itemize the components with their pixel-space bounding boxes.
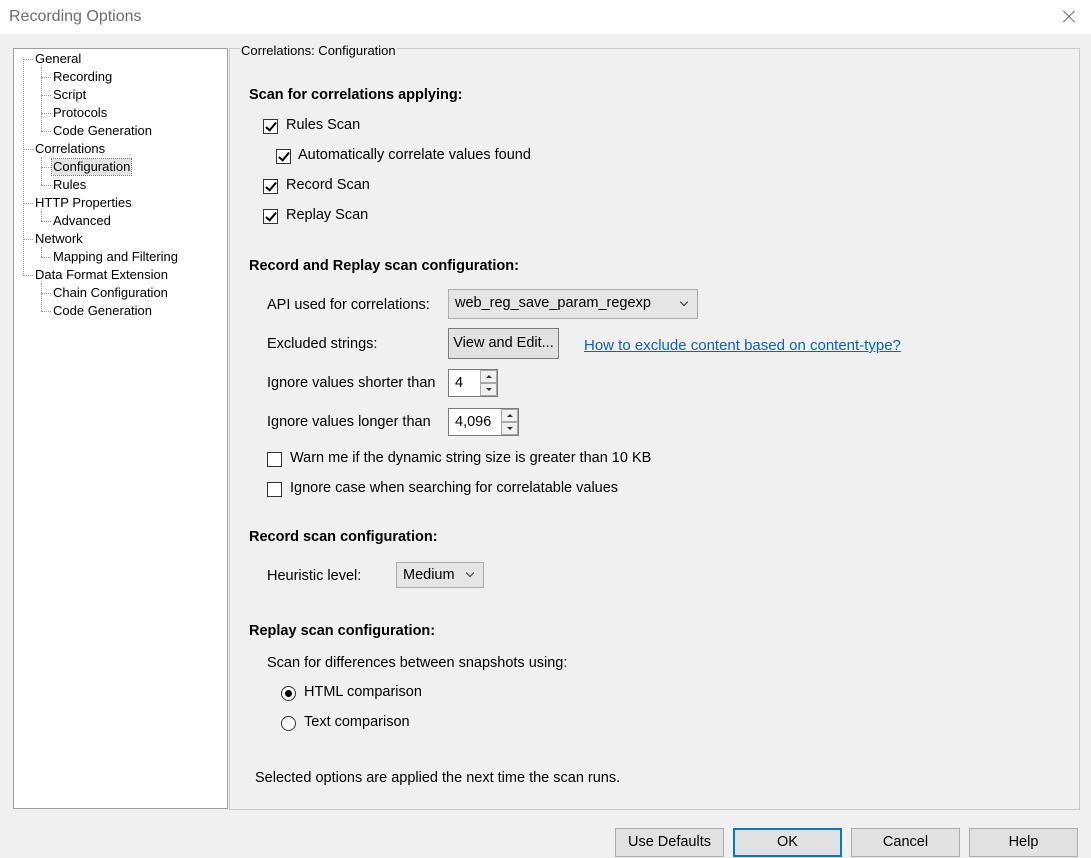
tree-connector — [23, 203, 33, 204]
tree-connector — [41, 95, 51, 96]
api-dropdown-value: web_reg_save_param_regexp — [455, 295, 651, 311]
ignore-shorter-input[interactable]: 4 — [448, 369, 498, 397]
auto-correlate-label[interactable]: Automatically correlate values found — [298, 147, 531, 163]
scan-heading: Scan for correlations applying: — [249, 87, 463, 103]
tree-connector — [41, 247, 42, 257]
tree-connector — [41, 311, 51, 312]
ignore-shorter-spinner[interactable] — [480, 370, 497, 396]
arrow-up-icon — [486, 375, 492, 378]
ignore-shorter-label: Ignore values shorter than — [267, 375, 436, 391]
close-icon[interactable] — [1045, 0, 1091, 34]
text-comparison-radio[interactable] — [281, 716, 296, 731]
tree-connector — [41, 293, 51, 294]
tree-connector — [41, 77, 51, 78]
text-comparison-label[interactable]: Text comparison — [304, 714, 410, 730]
window-title: Recording Options — [9, 8, 142, 25]
tree-item-dfe-code-generation[interactable]: Code Generation — [52, 303, 153, 319]
use-defaults-button[interactable]: Use Defaults — [615, 828, 724, 857]
ignore-longer-label: Ignore values longer than — [267, 414, 431, 430]
tree-item-network[interactable]: Network — [34, 231, 84, 247]
ignore-shorter-value: 4 — [455, 375, 464, 391]
tree-item-protocols[interactable]: Protocols — [52, 105, 108, 121]
spin-down-button[interactable] — [480, 383, 497, 396]
tree-connector — [41, 157, 42, 185]
tree-connector — [23, 59, 24, 276]
tree-connector — [23, 59, 33, 60]
tree-item-code-generation[interactable]: Code Generation — [52, 123, 153, 139]
tree-connector — [23, 275, 33, 276]
chevron-down-icon — [465, 568, 475, 578]
warn-size-label[interactable]: Warn me if the dynamic string size is gr… — [290, 450, 651, 466]
record-scan-heading: Record scan configuration: — [249, 529, 438, 545]
options-tree[interactable]: General Recording Script Protocols Code … — [13, 48, 228, 809]
replay-scan-heading: Replay scan configuration: — [249, 623, 436, 639]
spin-down-button[interactable] — [501, 422, 518, 435]
tree-connector — [41, 185, 51, 186]
tree-item-advanced[interactable]: Advanced — [52, 213, 112, 229]
tree-item-http-properties[interactable]: HTTP Properties — [34, 195, 133, 211]
tree-item-rules[interactable]: Rules — [52, 177, 87, 193]
footer-note: Selected options are applied the next ti… — [255, 770, 621, 786]
rules-scan-checkbox[interactable] — [263, 119, 278, 134]
api-dropdown[interactable]: web_reg_save_param_regexp — [448, 289, 698, 319]
tree-item-general[interactable]: General — [34, 51, 82, 67]
ignore-case-label[interactable]: Ignore case when searching for correlata… — [290, 480, 618, 496]
replay-scan-label[interactable]: Replay Scan — [286, 207, 368, 223]
ignore-case-checkbox[interactable] — [267, 482, 282, 497]
tree-connector — [41, 257, 51, 258]
tree-item-chain-configuration[interactable]: Chain Configuration — [52, 285, 169, 301]
arrow-up-icon — [507, 414, 513, 417]
html-comparison-radio[interactable] — [281, 686, 296, 701]
title-bar: Recording Options — [0, 0, 1091, 34]
help-button[interactable]: Help — [969, 828, 1078, 857]
html-comparison-label[interactable]: HTML comparison — [304, 684, 422, 700]
auto-correlate-checkbox[interactable] — [276, 149, 291, 164]
tree-connector — [23, 239, 33, 240]
ignore-longer-value: 4,096 — [455, 414, 492, 430]
api-label: API used for correlations: — [267, 297, 430, 313]
chevron-down-icon — [679, 297, 689, 307]
ignore-longer-input[interactable]: 4,096 — [448, 408, 519, 436]
rules-scan-label[interactable]: Rules Scan — [286, 117, 360, 133]
view-edit-button[interactable]: View and Edit... — [448, 328, 559, 359]
tree-item-correlations[interactable]: Correlations — [34, 141, 106, 157]
tree-item-script[interactable]: Script — [52, 87, 87, 103]
tree-item-recording[interactable]: Recording — [52, 69, 113, 85]
ok-button[interactable]: OK — [733, 828, 842, 857]
record-replay-heading: Record and Replay scan configuration: — [249, 258, 519, 274]
excluded-strings-label: Excluded strings: — [267, 336, 378, 352]
spin-up-button[interactable] — [501, 409, 518, 422]
tree-connector — [41, 283, 42, 311]
ignore-longer-spinner[interactable] — [501, 409, 518, 435]
tree-item-configuration[interactable]: Configuration — [50, 158, 133, 176]
exclude-content-link[interactable]: How to exclude content based on content-… — [584, 337, 901, 354]
panel-legend: Correlations: Configuration — [240, 43, 397, 58]
tree-connector — [41, 211, 42, 221]
record-scan-checkbox[interactable] — [263, 179, 278, 194]
tree-connector — [41, 131, 51, 132]
tree-connector — [41, 167, 51, 168]
spin-up-button[interactable] — [480, 370, 497, 383]
tree-item-data-format-extension[interactable]: Data Format Extension — [34, 267, 169, 283]
heuristic-dropdown-value: Medium — [403, 567, 455, 583]
tree-connector — [41, 113, 51, 114]
heuristic-dropdown[interactable]: Medium — [396, 562, 484, 588]
tree-connector — [23, 149, 33, 150]
arrow-down-icon — [507, 427, 513, 430]
tree-connector — [41, 221, 51, 222]
arrow-down-icon — [486, 388, 492, 391]
heuristic-label: Heuristic level: — [267, 568, 362, 584]
diff-label: Scan for differences between snapshots u… — [267, 655, 568, 671]
record-scan-label[interactable]: Record Scan — [286, 177, 370, 193]
warn-size-checkbox[interactable] — [267, 452, 282, 467]
replay-scan-checkbox[interactable] — [263, 209, 278, 224]
tree-item-mapping-filtering[interactable]: Mapping and Filtering — [52, 249, 179, 265]
cancel-button[interactable]: Cancel — [851, 828, 960, 857]
